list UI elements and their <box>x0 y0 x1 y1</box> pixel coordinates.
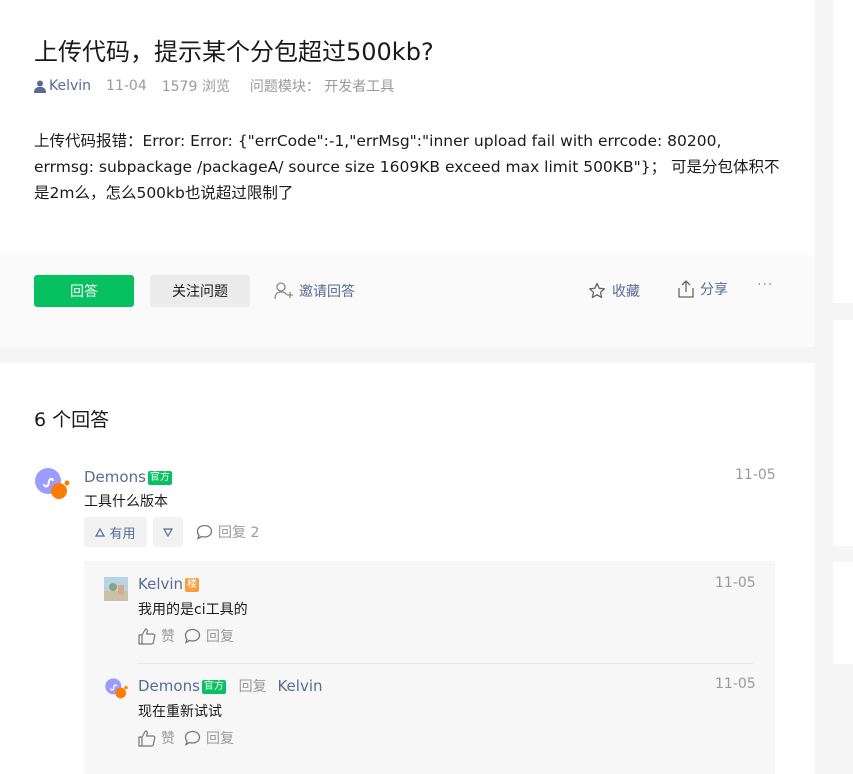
question-card: 上传代码，提示某个分包超过500kb? Kelvin 11-04 1579 浏览… <box>0 0 815 347</box>
reply-author[interactable]: Kelvin 楼 <box>138 575 200 593</box>
answers-count-heading: 6 个回答 <box>34 409 110 431</box>
upvote-button[interactable]: 有用 <box>84 517 147 547</box>
like-button[interactable]: 赞 <box>138 728 175 748</box>
reply-count-label: 回复 2 <box>218 525 260 541</box>
reply-label: 回复 <box>206 731 234 747</box>
official-badge: 官方 <box>147 471 172 485</box>
sidebar-panel <box>833 562 853 664</box>
sidebar-panel <box>833 0 853 303</box>
author-link[interactable]: Kelvin <box>34 78 91 94</box>
thumb-up-icon <box>138 627 156 645</box>
divider <box>138 663 753 664</box>
arrow-down-icon <box>163 527 173 537</box>
avatar[interactable] <box>104 577 128 601</box>
miniprogram-avatar-icon[interactable] <box>104 677 128 701</box>
user-icon <box>34 80 46 93</box>
answer-text: 工具什么版本 <box>84 494 168 510</box>
answer-date: 11-05 <box>735 467 776 483</box>
reply-text: 现在重新试试 <box>138 704 222 720</box>
sidebar-panel <box>833 320 853 546</box>
collect-button[interactable]: 收藏 <box>588 279 640 303</box>
question-module[interactable]: 问题模块： 开发者工具 <box>250 76 394 96</box>
answer-author[interactable]: Demons 官方 <box>84 467 172 486</box>
answer-button[interactable]: 回答 <box>34 275 134 307</box>
op-badge: 楼 <box>185 578 200 592</box>
question-action-bar: 回答 关注问题 邀请回答 收藏 分享 ··· <box>0 255 815 347</box>
main-content: 上传代码，提示某个分包超过500kb? Kelvin 11-04 1579 浏览… <box>0 0 815 774</box>
reply-author-name[interactable]: Demons <box>138 677 200 695</box>
question-title: 上传代码，提示某个分包超过500kb? <box>34 38 434 66</box>
answers-card: 6 个回答 Demons 官方 11-05 工具什么版本 有用 回复 2 Kel… <box>0 363 815 774</box>
right-sidebar <box>815 0 853 774</box>
arrow-up-icon <box>95 527 106 537</box>
follow-question-button[interactable]: 关注问题 <box>150 275 250 307</box>
comment-icon <box>196 524 213 540</box>
invite-answer-button[interactable]: 邀请回答 <box>274 279 355 303</box>
share-label: 分享 <box>700 282 728 298</box>
question-meta: Kelvin 11-04 1579 浏览 问题模块： 开发者工具 <box>34 76 394 96</box>
collect-label: 收藏 <box>612 284 640 300</box>
reply-actions: 赞 回复 <box>138 728 234 748</box>
upvote-label: 有用 <box>109 526 136 542</box>
reply-to-user[interactable]: Kelvin <box>277 677 322 695</box>
like-label: 赞 <box>161 731 175 747</box>
reply-list: Kelvin 楼 11-05 我用的是ci工具的 赞 回复 Demons 官方 … <box>84 561 775 774</box>
miniprogram-avatar-icon[interactable] <box>34 467 70 503</box>
like-label: 赞 <box>161 629 175 645</box>
reply-button[interactable]: 回复 <box>184 626 234 646</box>
more-button[interactable]: ··· <box>757 277 773 293</box>
reply-button[interactable]: 回复 2 <box>196 522 259 542</box>
share-button[interactable]: 分享 <box>678 277 728 301</box>
question-body: 上传代码报错：Error: Error: {"errCode":-1,"errM… <box>34 132 780 202</box>
reply-label: 回复 <box>206 629 234 645</box>
reply-author: Demons 官方 回复 Kelvin <box>138 676 323 696</box>
question-date: 11-04 <box>106 78 147 94</box>
like-button[interactable]: 赞 <box>138 626 175 646</box>
thumb-up-icon <box>138 729 156 747</box>
reply-date: 11-05 <box>715 676 756 692</box>
share-icon <box>678 280 694 298</box>
reply-text: 我用的是ci工具的 <box>138 602 248 618</box>
reply-actions: 赞 回复 <box>138 626 234 646</box>
invite-label: 邀请回答 <box>299 284 355 300</box>
reply-author-name: Kelvin <box>138 575 184 593</box>
comment-icon <box>184 730 201 746</box>
invite-icon <box>274 282 293 300</box>
reply-button[interactable]: 回复 <box>184 728 234 748</box>
comment-icon <box>184 628 201 644</box>
author-name: Kelvin <box>49 78 92 94</box>
view-count: 1579 浏览 <box>161 79 230 95</box>
downvote-button[interactable] <box>153 517 183 547</box>
reply-date: 11-05 <box>715 575 756 591</box>
reply-word: 回复 <box>238 679 267 695</box>
official-badge: 官方 <box>201 680 226 694</box>
star-icon <box>588 282 606 299</box>
answer-author-name: Demons <box>84 468 146 486</box>
